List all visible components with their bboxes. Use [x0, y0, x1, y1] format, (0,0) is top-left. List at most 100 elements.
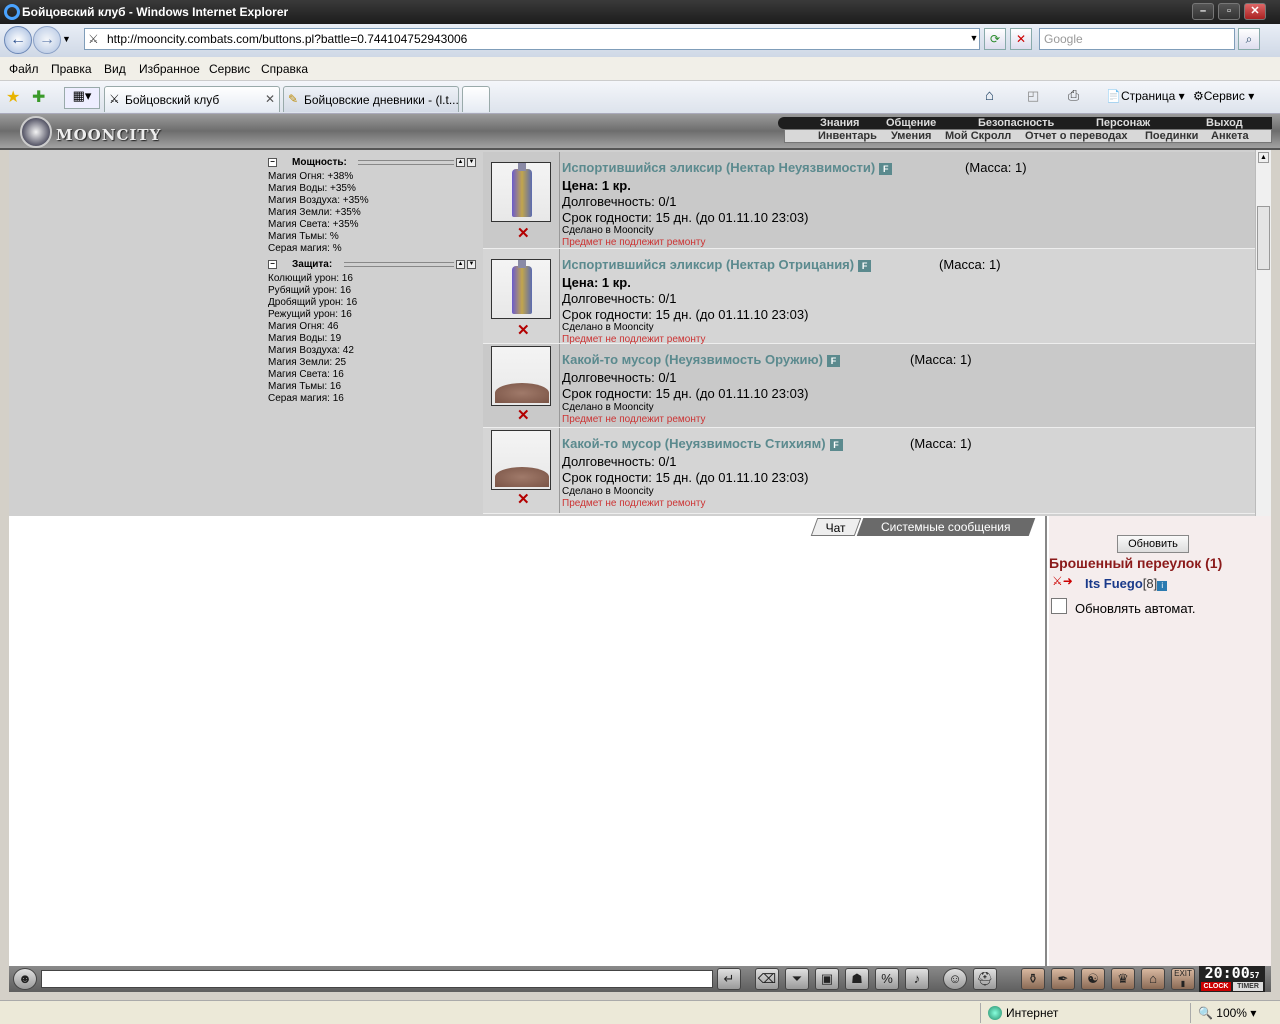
- maximize-button[interactable]: ▫: [1218, 3, 1240, 20]
- tab-chat[interactable]: Чат: [810, 518, 862, 536]
- tab-system-messages[interactable]: Системные сообщения: [856, 518, 1036, 536]
- chat-input[interactable]: [41, 970, 713, 988]
- friends-icon[interactable]: ☯: [1081, 968, 1105, 990]
- timer-tab[interactable]: TIMER: [1233, 982, 1263, 991]
- helmet-icon[interactable]: ⛑: [973, 968, 997, 990]
- close-window-button[interactable]: ✕: [1244, 3, 1266, 20]
- forward-button[interactable]: →: [33, 26, 61, 54]
- url-dropdown-icon[interactable]: ▼: [968, 28, 980, 50]
- menu-edit[interactable]: Правка: [51, 62, 92, 76]
- item-image[interactable]: [491, 259, 551, 319]
- item-name[interactable]: Испортившийся эликсир (Нектар Отрицания)…: [562, 257, 872, 272]
- scroll-thumb[interactable]: [1257, 206, 1270, 270]
- nav-security[interactable]: Безопасность: [978, 117, 1054, 129]
- translit-icon[interactable]: %: [875, 968, 899, 990]
- nav-character[interactable]: Персонаж: [1096, 117, 1150, 129]
- item-info-badge[interactable]: F: [829, 438, 843, 451]
- item-name[interactable]: Какой-то мусор (Неуязвимость Стихиям) F: [562, 436, 843, 451]
- quick-tabs-icon[interactable]: ▦▾: [64, 87, 100, 109]
- nav-inventory[interactable]: Инвентарь: [818, 130, 877, 142]
- nav-profile[interactable]: Анкета: [1211, 130, 1249, 142]
- history-dropdown-icon[interactable]: ▼: [62, 34, 71, 44]
- refresh-button[interactable]: Обновить: [1117, 535, 1189, 553]
- clock-tab[interactable]: CLOCK: [1201, 982, 1231, 991]
- new-tab-button[interactable]: [462, 86, 490, 112]
- item-info-badge[interactable]: F: [879, 162, 893, 175]
- chat-area[interactable]: [9, 516, 1047, 966]
- tab-close-icon[interactable]: ✕: [265, 92, 275, 106]
- page-menu[interactable]: 📄Страница ▾: [1106, 89, 1185, 103]
- player-info-icon[interactable]: i: [1157, 581, 1168, 591]
- sound-icon[interactable]: ♪: [905, 968, 929, 990]
- item-image[interactable]: [491, 430, 551, 490]
- item-info-badge[interactable]: F: [858, 259, 872, 272]
- item-expiry: Срок годности: 15 дн. (до 01.11.10 23:03…: [562, 386, 809, 401]
- item-image[interactable]: [491, 346, 551, 406]
- nav-transfer-report[interactable]: Отчет о переводах: [1025, 130, 1128, 142]
- print-icon[interactable]: ⎙: [1068, 87, 1079, 104]
- item-image[interactable]: [491, 162, 551, 222]
- item-name[interactable]: Испортившийся эликсир (Нектар Неуязвимос…: [562, 160, 893, 175]
- smiley-icon[interactable]: ☺: [943, 968, 967, 990]
- nav-exit[interactable]: Выход: [1206, 117, 1243, 129]
- search-input[interactable]: Google: [1039, 28, 1235, 50]
- scroll-icon[interactable]: ✒: [1051, 968, 1075, 990]
- drop-item-icon[interactable]: ✕: [517, 406, 530, 424]
- favorites-star-icon[interactable]: ★: [6, 87, 20, 107]
- move-down-icon[interactable]: ▼: [467, 260, 476, 269]
- home-icon[interactable]: ⌂: [985, 87, 994, 104]
- address-bar[interactable]: ⚔ http://mooncity.combats.com/buttons.pl…: [84, 28, 980, 50]
- back-button[interactable]: ←: [4, 26, 32, 54]
- nav-skills[interactable]: Умения: [891, 130, 931, 142]
- feeds-icon[interactable]: ◰: [1027, 88, 1039, 104]
- zoom-control[interactable]: 🔍 100% ▾: [1198, 1006, 1256, 1020]
- menu-view[interactable]: Вид: [104, 62, 126, 76]
- nav-knowledge[interactable]: Знания: [820, 117, 859, 129]
- item-name[interactable]: Какой-то мусор (Неуязвимость Оружию) F: [562, 352, 840, 367]
- attack-icon[interactable]: ⚔➜: [1052, 574, 1073, 588]
- filter-icon[interactable]: ⏷: [785, 968, 809, 990]
- save-icon[interactable]: ▣: [815, 968, 839, 990]
- clan-icon[interactable]: ♛: [1111, 968, 1135, 990]
- room-icon[interactable]: ⌂: [1141, 968, 1165, 990]
- tab-diaries[interactable]: ✎ Бойцовские дневники - (l.t...: [283, 86, 459, 112]
- tab-combats[interactable]: ⚔ Бойцовский клуб ✕: [104, 86, 280, 112]
- drop-item-icon[interactable]: ✕: [517, 224, 530, 242]
- tools-menu[interactable]: ⚙Сервис ▾: [1193, 89, 1254, 103]
- stop-icon[interactable]: ✕: [1010, 28, 1032, 50]
- fighter-icon[interactable]: ☗: [845, 968, 869, 990]
- nav-communication[interactable]: Общение: [886, 117, 936, 129]
- menu-tools[interactable]: Сервис: [209, 62, 250, 76]
- move-up-icon[interactable]: ▲: [456, 158, 465, 167]
- minimize-button[interactable]: –: [1192, 3, 1214, 20]
- drop-item-icon[interactable]: ✕: [517, 321, 530, 339]
- nav-duels[interactable]: Поединки: [1145, 130, 1198, 142]
- nav-my-scroll[interactable]: Мой Скролл: [945, 130, 1011, 142]
- add-favorite-icon[interactable]: ✚: [32, 87, 45, 107]
- send-icon[interactable]: ↵: [717, 968, 741, 990]
- collapse-power-icon[interactable]: −: [268, 158, 277, 167]
- menu-help[interactable]: Справка: [261, 62, 308, 76]
- auto-refresh-checkbox[interactable]: [1051, 598, 1067, 614]
- drop-item-icon[interactable]: ✕: [517, 490, 530, 508]
- menu-favorites[interactable]: Избранное: [139, 62, 200, 76]
- chat-head-icon[interactable]: ☻: [13, 968, 37, 990]
- bag-icon[interactable]: ⚱: [1021, 968, 1045, 990]
- search-icon[interactable]: ⌕: [1238, 28, 1260, 50]
- eraser-icon[interactable]: ⌫: [755, 968, 779, 990]
- refresh-icon[interactable]: ⟳: [984, 28, 1006, 50]
- player-name[interactable]: Its Fuego: [1085, 576, 1143, 591]
- tab-diaries-label: Бойцовские дневники - (l.t...: [304, 93, 459, 107]
- menu-file[interactable]: Файл: [9, 62, 39, 76]
- power-stat: Магия Огня: +38%: [268, 171, 354, 182]
- collapse-defense-icon[interactable]: −: [268, 260, 277, 269]
- move-down-icon[interactable]: ▼: [467, 158, 476, 167]
- item-mass: (Масса: 1): [965, 160, 1027, 175]
- item-info-badge[interactable]: F: [826, 354, 840, 367]
- clock-widget[interactable]: 20:0057 CLOCK TIMER: [1199, 966, 1265, 992]
- move-up-icon[interactable]: ▲: [456, 260, 465, 269]
- exit-icon[interactable]: EXIT ▮: [1171, 968, 1195, 990]
- player-entry[interactable]: Its Fuego[8] i: [1085, 576, 1168, 591]
- inventory-scrollbar[interactable]: ▲: [1255, 150, 1271, 516]
- scroll-up-icon[interactable]: ▲: [1258, 152, 1269, 163]
